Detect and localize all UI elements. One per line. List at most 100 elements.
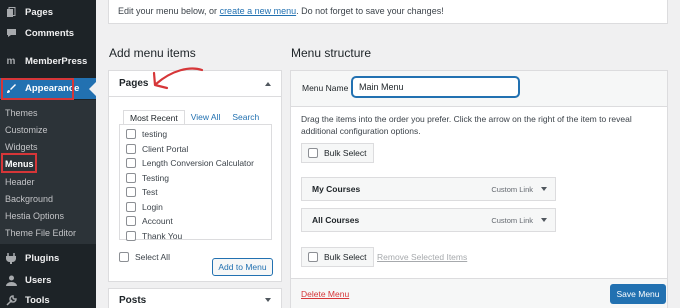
- expand-item-caret-icon[interactable]: [541, 218, 547, 222]
- posts-panel-title: Posts: [119, 294, 147, 306]
- menu-structure-heading: Menu structure: [291, 46, 372, 60]
- expand-item-caret-icon[interactable]: [541, 187, 547, 191]
- list-item: testing: [126, 127, 265, 142]
- bulk-select-checkbox[interactable]: [308, 252, 318, 262]
- delete-menu-link[interactable]: Delete Menu: [301, 289, 349, 299]
- sidebar-item-label: Comments: [25, 27, 75, 39]
- sidebar-item-comments[interactable]: Comments: [0, 23, 96, 43]
- notice-text: Edit your menu below, or: [118, 6, 220, 16]
- comments-icon: [5, 27, 17, 39]
- active-indicator: [89, 82, 96, 96]
- submenu-theme-file-editor[interactable]: Theme File Editor: [5, 225, 76, 241]
- collapse-caret-icon[interactable]: [265, 81, 271, 86]
- submenu-customize[interactable]: Customize: [5, 122, 48, 138]
- sidebar-item-label: Plugins: [25, 252, 60, 264]
- users-icon: [5, 274, 17, 286]
- submenu-header[interactable]: Header: [5, 174, 35, 190]
- menu-item-title: My Courses: [312, 184, 361, 194]
- save-menu-button[interactable]: Save Menu: [610, 284, 666, 304]
- page-checkbox[interactable]: [126, 129, 136, 140]
- annotation-highlight-appearance: [1, 78, 74, 100]
- list-item: Testing: [126, 171, 265, 186]
- page-label: Login: [142, 201, 163, 212]
- menu-structure-box: Menu Name Drag the items into the order …: [290, 70, 668, 308]
- notice-bar: Edit your menu below, or create a new me…: [108, 0, 668, 24]
- bulk-select-label: Bulk Select: [324, 148, 367, 158]
- list-item: Test: [126, 185, 265, 200]
- pages-icon: [5, 6, 17, 18]
- page-label: Account: [142, 216, 173, 227]
- page-checkbox[interactable]: [126, 143, 136, 154]
- pages-tabs: Most Recent View All Search: [123, 110, 265, 125]
- notice-text-end: . Do not forget to save your changes!: [296, 6, 444, 16]
- tools-icon: [5, 294, 17, 306]
- plugins-icon: [5, 252, 17, 264]
- page-checkbox[interactable]: [126, 216, 136, 227]
- annotation-arrow-icon: [152, 67, 204, 90]
- pages-list: testing Client Portal Length Conversion …: [119, 124, 272, 241]
- select-all[interactable]: Select All: [119, 252, 170, 262]
- submenu-background[interactable]: Background: [5, 191, 53, 207]
- sidebar-item-pages[interactable]: Pages: [0, 2, 96, 22]
- page-checkbox[interactable]: [126, 230, 136, 241]
- sidebar-item-users[interactable]: Users: [0, 270, 96, 290]
- list-item: Client Portal: [126, 142, 265, 157]
- menu-name-label: Menu Name: [302, 83, 349, 93]
- sidebar-item-memberpress[interactable]: m MemberPress: [0, 51, 96, 71]
- admin-sidebar: Pages Comments m MemberPress Appearance …: [0, 0, 96, 308]
- bulk-select-top[interactable]: Bulk Select: [301, 143, 374, 163]
- posts-panel: Posts: [108, 288, 282, 308]
- menu-item-type: Custom Link: [491, 185, 547, 194]
- tab-most-recent[interactable]: Most Recent: [123, 110, 185, 125]
- page-checkbox[interactable]: [126, 187, 136, 198]
- pages-panel-title: Pages: [119, 78, 149, 89]
- expand-caret-icon[interactable]: [265, 298, 271, 302]
- menu-item-type-label: Custom Link: [491, 184, 533, 194]
- remove-selected-items-link[interactable]: Remove Selected Items: [377, 252, 467, 262]
- sidebar-item-tools[interactable]: Tools: [0, 290, 96, 308]
- list-item: Login: [126, 200, 265, 215]
- sidebar-item-plugins[interactable]: Plugins: [0, 248, 96, 268]
- select-all-checkbox[interactable]: [119, 252, 129, 262]
- tab-view-all[interactable]: View All: [185, 110, 227, 125]
- list-item: Account: [126, 214, 265, 229]
- menu-name-input[interactable]: [352, 77, 519, 97]
- menu-item-my-courses[interactable]: My Courses Custom Link: [301, 177, 556, 201]
- page-label: Test: [142, 187, 158, 198]
- annotation-highlight-menus: [1, 153, 37, 173]
- bulk-select-bottom[interactable]: Bulk Select: [301, 247, 374, 267]
- submenu-themes[interactable]: Themes: [5, 105, 38, 121]
- sidebar-item-label: Users: [25, 274, 52, 286]
- add-menu-items-heading: Add menu items: [109, 46, 196, 60]
- bulk-select-checkbox[interactable]: [308, 148, 318, 158]
- sidebar-item-label: Pages: [25, 6, 53, 18]
- menu-item-type: Custom Link: [491, 216, 547, 225]
- page-label: Client Portal: [142, 143, 189, 154]
- pages-panel: Pages Most Recent View All Search testin…: [108, 70, 282, 282]
- select-all-label: Select All: [135, 252, 170, 262]
- menu-instructions: Drag the items into the order you prefer…: [301, 114, 632, 136]
- menu-item-all-courses[interactable]: All Courses Custom Link: [301, 208, 556, 232]
- page-checkbox[interactable]: [126, 172, 136, 183]
- page-label: testing: [142, 129, 168, 140]
- menu-name-row: Menu Name: [291, 71, 667, 107]
- tab-search[interactable]: Search: [226, 110, 265, 125]
- page-checkbox[interactable]: [126, 201, 136, 212]
- menu-footer: Delete Menu Save Menu: [291, 278, 667, 308]
- add-to-menu-button[interactable]: Add to Menu: [212, 258, 273, 276]
- memberpress-icon: m: [6, 55, 16, 67]
- page-label: Length Conversion Calculator: [142, 158, 254, 169]
- bulk-select-label: Bulk Select: [324, 252, 367, 262]
- page-label: Testing: [142, 172, 169, 183]
- page-checkbox[interactable]: [126, 158, 136, 169]
- submenu-hestia-options[interactable]: Hestia Options: [5, 208, 64, 224]
- list-item: Thank You: [126, 229, 265, 244]
- posts-panel-header[interactable]: Posts: [109, 289, 281, 308]
- list-item: Length Conversion Calculator: [126, 156, 265, 171]
- menu-item-type-label: Custom Link: [491, 215, 533, 225]
- page-label: Thank You: [142, 230, 183, 241]
- create-new-menu-link[interactable]: create a new menu: [220, 6, 297, 16]
- sidebar-item-label: Tools: [25, 294, 50, 306]
- menu-item-title: All Courses: [312, 215, 360, 225]
- sidebar-item-label: MemberPress: [25, 55, 88, 67]
